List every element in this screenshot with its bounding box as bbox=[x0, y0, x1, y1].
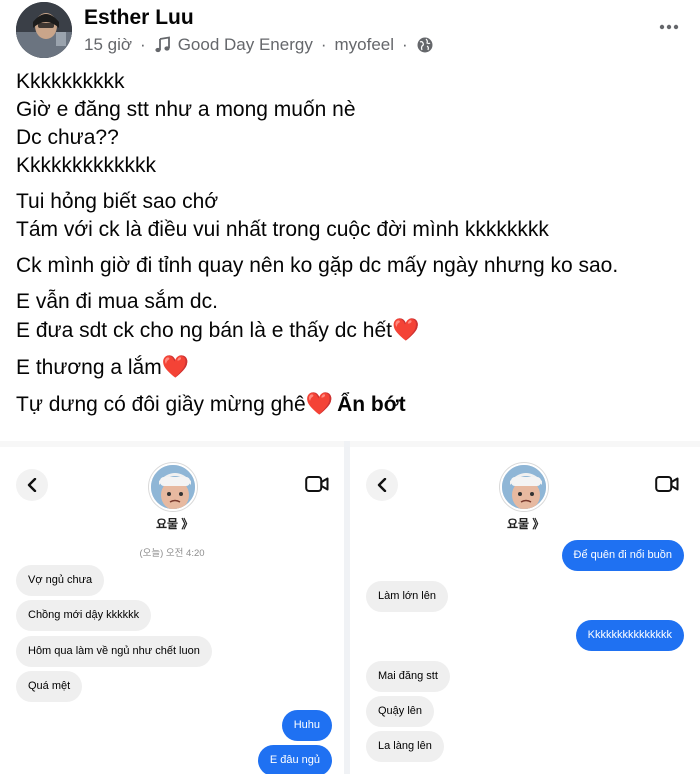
separator-dot: · bbox=[320, 35, 327, 54]
contact-photo bbox=[151, 465, 195, 509]
incoming-message[interactable]: Vợ ngủ chưa bbox=[16, 565, 105, 596]
paragraph: E thương a lắm❤️ bbox=[16, 353, 688, 382]
incoming-message[interactable]: Quậy lên bbox=[366, 696, 435, 727]
text-line: Giờ e đăng stt như a mong muốn nè bbox=[16, 98, 356, 121]
globe-icon[interactable] bbox=[416, 36, 434, 54]
post-time[interactable]: 15 giờ bbox=[84, 35, 132, 55]
video-camera-icon bbox=[655, 476, 679, 492]
text-line: E vẫn đi mua sắm dc. bbox=[16, 290, 218, 313]
chat-screenshot-left[interactable]: 요물 》 (오늘) 오전 4:20 Vợ ngủ chưa Chồng mới … bbox=[0, 441, 344, 774]
paragraph: Tự dưng có đôi giầy mừng ghê❤️ Ẩn bớt bbox=[16, 390, 688, 419]
incoming-message[interactable]: Mai đăng stt bbox=[366, 661, 450, 692]
paragraph: Ck mình giờ đi tỉnh quay nên ko gặp dc m… bbox=[16, 252, 688, 280]
chevron-left-icon bbox=[27, 478, 37, 492]
video-camera-icon bbox=[305, 476, 329, 492]
incoming-message[interactable]: Hôm qua làm về ngủ như chết luon bbox=[16, 636, 212, 667]
contact-avatar[interactable] bbox=[149, 463, 197, 511]
incoming-message[interactable]: Chồng mới dậy kkkkkk bbox=[16, 600, 152, 631]
video-call-button[interactable] bbox=[300, 469, 334, 499]
post-meta: 15 giờ · Good Day Energy · myofeel · bbox=[84, 35, 434, 55]
post-header: Esther Luu 15 giờ · Good Day Energy · my… bbox=[16, 2, 684, 58]
message-timestamp: (오늘) 오전 4:20 bbox=[139, 548, 205, 559]
avatar-photo bbox=[16, 2, 72, 58]
chat-screenshot-right[interactable]: 요물 》 Để quên đi nổi buồn Làm lớn lên Kkk… bbox=[350, 441, 700, 774]
separator-dot: · bbox=[140, 35, 146, 54]
outgoing-message[interactable]: Kkkkkkkkkkkkkkk bbox=[575, 620, 684, 651]
status-bar bbox=[0, 441, 344, 447]
outgoing-message[interactable]: Huhu bbox=[281, 710, 332, 741]
contact-photo bbox=[502, 465, 546, 509]
contact-name[interactable]: 요물 》 bbox=[156, 515, 193, 532]
music-artist[interactable]: myofeel bbox=[335, 35, 395, 55]
see-less-link[interactable]: Ẩn bớt bbox=[337, 393, 406, 416]
chevron-left-icon bbox=[377, 478, 387, 492]
text-line: Dc chưa?? bbox=[16, 126, 119, 149]
post-text: Kkkkkkkkkk Giờ e đăng stt như a mong muố… bbox=[16, 68, 688, 427]
paragraph: E vẫn đi mua sắm dc. E đưa sdt ck cho ng… bbox=[16, 288, 688, 345]
author-name[interactable]: Esther Luu bbox=[84, 6, 194, 30]
paragraph: Tui hỏng biết sao chớ Tám với ck là điều… bbox=[16, 188, 688, 244]
music-note-icon bbox=[155, 36, 170, 53]
status-bar bbox=[350, 441, 700, 447]
text-line: Tui hỏng biết sao chớ bbox=[16, 190, 219, 213]
text-line: Ck mình giờ đi tỉnh quay nên ko gặp dc m… bbox=[16, 254, 619, 277]
contact-name[interactable]: 요물 》 bbox=[507, 515, 544, 532]
text-line: Tự dưng có đôi giầy mừng ghê❤️ Ẩn bớt bbox=[16, 390, 688, 419]
text-fragment: E thương a lắm bbox=[16, 356, 162, 379]
text-line: Kkkkkkkkkk bbox=[16, 70, 125, 93]
heart-emoji-icon: ❤️ bbox=[391, 317, 420, 342]
heart-emoji-icon: ❤️ bbox=[305, 391, 334, 416]
text-line: E đưa sdt ck cho ng bán là e thấy dc hết… bbox=[16, 316, 688, 345]
outgoing-message[interactable]: E đâu ngủ bbox=[257, 745, 332, 774]
contact-avatar[interactable] bbox=[500, 463, 548, 511]
outgoing-message[interactable]: Để quên đi nổi buồn bbox=[561, 540, 684, 571]
video-call-button[interactable] bbox=[650, 469, 684, 499]
back-button[interactable] bbox=[16, 469, 48, 501]
incoming-message[interactable]: La làng lên bbox=[366, 731, 444, 762]
heart-emoji-icon: ❤️ bbox=[161, 354, 190, 379]
separator-dot: · bbox=[402, 35, 408, 54]
text-line: Tám với ck là điều vui nhất trong cuộc đ… bbox=[16, 218, 549, 241]
text-fragment: E đưa sdt ck cho ng bán là e thấy dc hết bbox=[16, 319, 392, 342]
text-line: Kkkkkkkkkkkkk bbox=[16, 154, 157, 177]
incoming-message[interactable]: Làm lớn lên bbox=[366, 581, 448, 612]
more-horizontal-icon bbox=[659, 24, 679, 30]
text-line: E thương a lắm❤️ bbox=[16, 353, 688, 382]
incoming-message[interactable]: Quá mệt bbox=[16, 671, 83, 702]
back-button[interactable] bbox=[366, 469, 398, 501]
author-avatar[interactable] bbox=[16, 2, 72, 58]
music-title[interactable]: Good Day Energy bbox=[178, 35, 313, 55]
text-fragment: Tự dưng có đôi giầy mừng ghê bbox=[16, 393, 306, 416]
more-options-button[interactable] bbox=[654, 12, 684, 42]
paragraph: Kkkkkkkkkk Giờ e đăng stt như a mong muố… bbox=[16, 68, 688, 180]
